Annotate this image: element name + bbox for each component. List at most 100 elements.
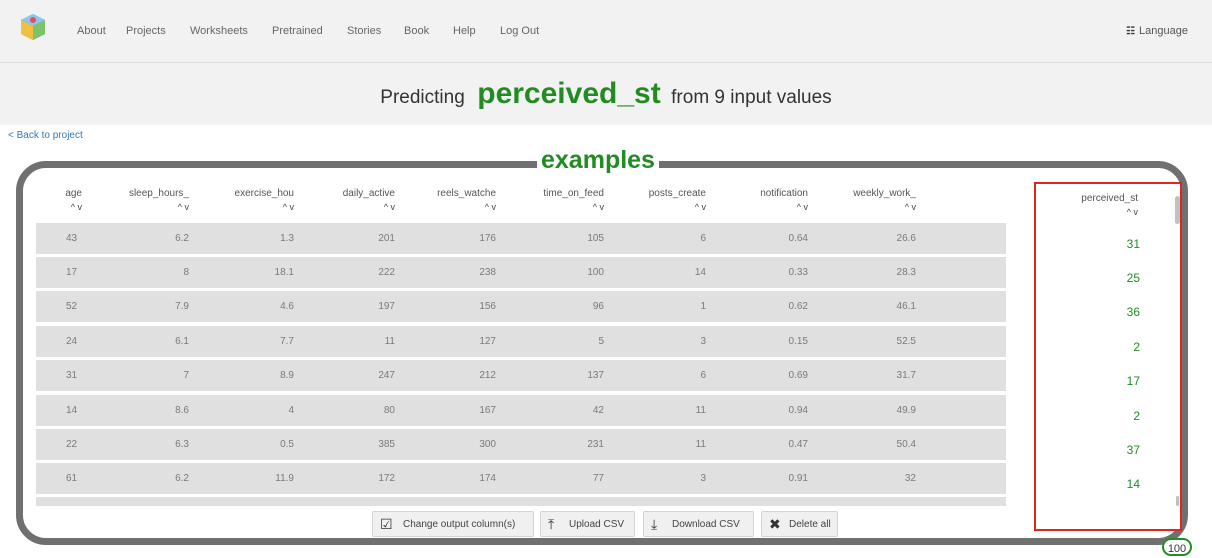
table-cell[interactable]: 6.2 xyxy=(175,473,189,484)
table-cell[interactable]: 14 xyxy=(695,267,706,278)
table-cell[interactable]: 8.6 xyxy=(175,405,189,416)
column-header[interactable]: reels_watche xyxy=(437,188,496,199)
table-cell[interactable]: 31.7 xyxy=(897,370,916,381)
output-value[interactable]: 25 xyxy=(1127,271,1140,285)
table-cell[interactable]: 52.5 xyxy=(897,336,916,347)
table-cell[interactable]: 0.91 xyxy=(789,473,808,484)
output-sort-arrows[interactable]: ^ v xyxy=(1127,207,1138,217)
table-cell[interactable]: 4.6 xyxy=(280,301,294,312)
cube-logo-icon[interactable] xyxy=(18,12,48,42)
table-cell[interactable]: 42 xyxy=(593,405,604,416)
table-cell[interactable]: 22 xyxy=(66,439,77,450)
table-cell[interactable]: 6.3 xyxy=(175,439,189,450)
table-cell[interactable]: 0.47 xyxy=(789,439,808,450)
table-cell[interactable]: 28.3 xyxy=(897,267,916,278)
table-cell[interactable]: 3 xyxy=(700,336,706,347)
table-cell[interactable]: 0.94 xyxy=(789,405,808,416)
table-cell[interactable]: 8 xyxy=(183,267,189,278)
table-cell[interactable]: 6 xyxy=(700,370,706,381)
table-cell[interactable]: 6.1 xyxy=(175,336,189,347)
column-header[interactable]: notification xyxy=(760,188,808,199)
table-cell[interactable]: 32 xyxy=(905,473,916,484)
table-cell[interactable]: 247 xyxy=(378,370,395,381)
nav-logout-link[interactable]: Log Out xyxy=(500,25,539,37)
output-value[interactable]: 2 xyxy=(1133,409,1140,423)
nav-worksheets-link[interactable]: Worksheets xyxy=(190,25,248,37)
sort-arrows[interactable]: ^ v xyxy=(797,202,808,212)
sort-arrows[interactable]: ^ v xyxy=(71,202,82,212)
nav-projects-link[interactable]: Projects xyxy=(126,25,166,37)
table-cell[interactable]: 172 xyxy=(378,473,395,484)
scrollbar-thumb[interactable] xyxy=(1175,196,1180,224)
table-row[interactable]: 31 7 8.9 247 212 137 6 0.69 31.7 xyxy=(36,360,1006,391)
sort-arrows[interactable]: ^ v xyxy=(384,202,395,212)
nav-stories-link[interactable]: Stories xyxy=(347,25,381,37)
table-cell[interactable]: 385 xyxy=(378,439,395,450)
table-cell[interactable]: 156 xyxy=(479,301,496,312)
output-value[interactable]: 14 xyxy=(1127,477,1140,491)
table-cell[interactable]: 96 xyxy=(593,301,604,312)
language-selector[interactable]: ☷ Language xyxy=(1126,25,1188,37)
table-cell[interactable]: 11 xyxy=(385,336,395,347)
table-cell[interactable]: 18.1 xyxy=(275,267,294,278)
table-cell[interactable]: 100 xyxy=(587,267,604,278)
sort-arrows[interactable]: ^ v xyxy=(485,202,496,212)
table-cell[interactable]: 6.2 xyxy=(175,233,189,244)
table-row[interactable]: 22 6.3 0.5 385 300 231 11 0.47 50.4 xyxy=(36,429,1006,460)
sort-arrows[interactable]: ^ v xyxy=(905,202,916,212)
sort-arrows[interactable]: ^ v xyxy=(178,202,189,212)
nav-about-link[interactable]: About xyxy=(77,25,106,37)
table-cell[interactable]: 1 xyxy=(700,301,706,312)
sort-arrows[interactable]: ^ v xyxy=(593,202,604,212)
table-cell[interactable]: 14 xyxy=(66,405,77,416)
column-header[interactable]: weekly_work_ xyxy=(853,188,916,199)
table-cell[interactable]: 222 xyxy=(378,267,395,278)
table-cell[interactable]: 11 xyxy=(696,405,706,416)
table-cell[interactable]: 167 xyxy=(479,405,496,416)
table-cell[interactable]: 176 xyxy=(479,233,496,244)
table-cell[interactable]: 4 xyxy=(288,405,294,416)
output-value[interactable]: 17 xyxy=(1127,374,1140,388)
table-cell[interactable]: 50.4 xyxy=(897,439,916,450)
table-cell[interactable]: 0.33 xyxy=(789,267,808,278)
sort-arrows[interactable]: ^ v xyxy=(695,202,706,212)
table-cell[interactable]: 61 xyxy=(66,473,77,484)
table-cell[interactable]: 238 xyxy=(479,267,496,278)
table-cell[interactable]: 17 xyxy=(66,267,77,278)
column-header[interactable]: time_on_feed xyxy=(543,188,604,199)
table-cell[interactable]: 8.9 xyxy=(280,370,294,381)
table-row[interactable]: 14 8.6 4 80 167 42 11 0.94 49.9 xyxy=(36,395,1006,426)
table-cell[interactable]: 7.7 xyxy=(280,336,294,347)
output-column-header[interactable]: perceived_st xyxy=(1081,193,1138,204)
table-cell[interactable]: 3 xyxy=(700,473,706,484)
table-cell[interactable]: 197 xyxy=(378,301,395,312)
table-cell[interactable]: 0.64 xyxy=(789,233,808,244)
nav-pretrained-link[interactable]: Pretrained xyxy=(272,25,323,37)
back-to-project-link[interactable]: < Back to project xyxy=(8,130,83,141)
table-cell[interactable]: 212 xyxy=(479,370,496,381)
table-cell[interactable]: 0.69 xyxy=(789,370,808,381)
sort-arrows[interactable]: ^ v xyxy=(283,202,294,212)
table-cell[interactable]: 174 xyxy=(479,473,496,484)
table-row[interactable]: 61 6.2 11.9 172 174 77 3 0.91 32 xyxy=(36,463,1006,494)
output-value[interactable]: 31 xyxy=(1127,237,1140,251)
table-cell[interactable]: 231 xyxy=(587,439,604,450)
column-header[interactable]: exercise_hou xyxy=(235,188,294,199)
table-cell[interactable]: 1.3 xyxy=(280,233,294,244)
table-cell[interactable]: 0.5 xyxy=(280,439,294,450)
table-cell[interactable]: 127 xyxy=(479,336,496,347)
table-cell[interactable]: 105 xyxy=(587,233,604,244)
upload-csv-button[interactable]: ⤒ Upload CSV xyxy=(540,511,635,537)
table-cell[interactable]: 80 xyxy=(384,405,395,416)
column-header[interactable]: daily_active xyxy=(343,188,395,199)
table-row[interactable]: 17 8 18.1 222 238 100 14 0.33 28.3 xyxy=(36,257,1006,288)
table-cell[interactable]: 201 xyxy=(378,233,395,244)
table-cell[interactable]: 6 xyxy=(700,233,706,244)
table-cell[interactable]: 46.1 xyxy=(897,301,916,312)
table-cell[interactable]: 11.9 xyxy=(275,473,294,484)
column-header[interactable]: posts_create xyxy=(649,188,706,199)
download-csv-button[interactable]: ⤓ Download CSV xyxy=(643,511,754,537)
table-cell[interactable]: 137 xyxy=(587,370,604,381)
scrollbar-bottom[interactable] xyxy=(1176,496,1179,506)
table-cell[interactable]: 26.6 xyxy=(897,233,916,244)
